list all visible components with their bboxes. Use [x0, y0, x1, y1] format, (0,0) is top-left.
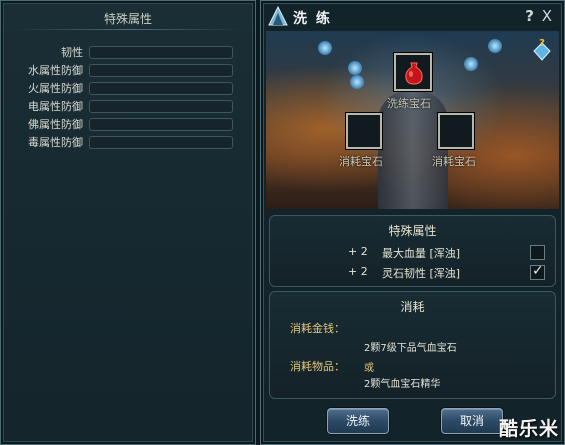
consume-gem-label-left: 消耗宝石	[339, 155, 383, 168]
refine-gem-slot[interactable]	[394, 53, 432, 91]
attribute-row: 佛属性防御	[21, 115, 253, 133]
cost-section: 消耗 消耗金钱： 2颗7级下品气血宝石 消耗物品： 或 2颗气血宝石精华	[269, 291, 556, 399]
refine-button[interactable]: 洗练	[327, 408, 389, 434]
section-title: 消耗	[400, 300, 425, 314]
attribute-bonus: + 2	[348, 245, 368, 258]
refine-hat-icon	[268, 5, 288, 26]
panel-title: 特殊属性	[103, 12, 152, 26]
cost-or-text: 或	[364, 363, 374, 374]
checkmark-icon: ✓	[532, 263, 544, 279]
orb-decoration	[488, 39, 502, 53]
refine-gem-label: 洗练宝石	[387, 97, 431, 110]
attribute-label: 佛属性防御	[28, 118, 83, 131]
attribute-value	[89, 99, 233, 113]
attribute-value	[89, 135, 233, 149]
attribute-row: 韧性	[21, 43, 253, 61]
attribute-option-row: + 2 灵石韧性 [浑浊] ✓	[270, 263, 555, 283]
attribute-label: 韧性	[61, 46, 83, 59]
cost-money-label: 消耗金钱：	[290, 322, 345, 335]
dialog-title: 洗 练	[293, 11, 332, 27]
cost-item-value: 2颗气血宝石精华	[364, 379, 441, 390]
watermark-logo: 酷乐米	[498, 418, 559, 440]
cost-item-label: 消耗物品：	[290, 360, 345, 373]
consume-gem-label-right: 消耗宝石	[432, 155, 476, 168]
attribute-option-row: + 2 最大血量 [浑浊]	[270, 245, 555, 263]
attribute-list: 韧性 水属性防御 火属性防御 电属性防御 佛属性防御 毒属性防御	[21, 43, 253, 151]
attribute-value	[89, 63, 233, 77]
consume-gem-slot-left[interactable]	[346, 113, 382, 149]
attribute-row: 毒属性防御	[21, 133, 253, 151]
close-button[interactable]: X	[542, 7, 552, 25]
attribute-row: 电属性防御	[21, 97, 253, 115]
attribute-label: 电属性防御	[28, 100, 83, 113]
attribute-value	[89, 81, 233, 95]
attribute-row: 火属性防御	[21, 79, 253, 97]
special-attributes-section: 特殊属性 + 2 最大血量 [浑浊] + 2 灵石韧性 [浑浊] ✓	[269, 215, 556, 287]
attribute-name: 最大血量 [浑浊]	[382, 247, 461, 260]
attribute-bonus: + 2	[348, 265, 368, 278]
attribute-row: 水属性防御	[21, 61, 253, 79]
title-divider	[13, 29, 243, 30]
cancel-button[interactable]: 取消	[441, 408, 503, 434]
dialog-header: 洗 练 ? X	[265, 5, 560, 31]
attribute-value	[89, 117, 233, 131]
attribute-name: 灵石韧性 [浑浊]	[382, 267, 461, 280]
orb-decoration	[464, 57, 478, 71]
attribute-lock-checkbox[interactable]: ✓	[530, 263, 545, 280]
svg-text:?: ?	[539, 38, 545, 49]
attribute-value	[89, 45, 233, 59]
cost-money-value: 2颗7级下品气血宝石	[364, 343, 457, 354]
help-button[interactable]: ?	[525, 7, 534, 25]
special-attributes-panel: 特殊属性 韧性 水属性防御 火属性防御 电属性防御 佛属性防御 毒属性防御	[0, 0, 256, 445]
refine-dialog: 洗 练 ? X 洗练宝石 消耗宝石 消耗宝石 ? 特殊属性 + 2 最大血量 […	[260, 0, 565, 445]
consume-gem-slot-right[interactable]	[438, 113, 474, 149]
orb-decoration	[348, 61, 362, 75]
refine-scene: 洗练宝石 消耗宝石 消耗宝石 ?	[266, 31, 559, 209]
attribute-lock-checkbox[interactable]	[530, 245, 545, 260]
red-gem-bag-icon	[405, 62, 423, 85]
section-title: 特殊属性	[388, 224, 437, 238]
orb-decoration	[318, 41, 332, 55]
attribute-label: 毒属性防御	[28, 136, 83, 149]
hint-crystal-icon[interactable]: ?	[533, 37, 551, 61]
attribute-label: 火属性防御	[28, 82, 83, 95]
attribute-label: 水属性防御	[28, 64, 83, 77]
orb-decoration	[350, 75, 364, 89]
